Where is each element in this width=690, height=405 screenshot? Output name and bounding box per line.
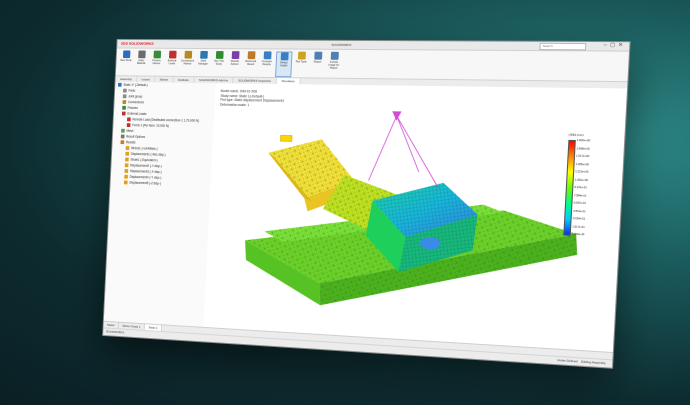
status-right: Under Defined Editing Assembly bbox=[557, 357, 606, 367]
ribbon-fixtures-advisor-button[interactable]: Fixtures Advisor bbox=[149, 50, 164, 74]
connections-advisor-icon bbox=[184, 50, 192, 59]
tree-node-icon bbox=[117, 82, 122, 87]
ribbon-label: Compare Results bbox=[261, 60, 272, 67]
force-arrow-icon bbox=[280, 135, 292, 141]
tree-node-icon bbox=[122, 100, 127, 105]
shell-manager-icon bbox=[199, 50, 208, 59]
legend-value: 1.000e-30 bbox=[571, 232, 585, 237]
legend-value: 4.551e-01 bbox=[573, 209, 586, 213]
legend-value: 1.668e+00 bbox=[576, 146, 590, 151]
ribbon-results-advisor-button[interactable]: Results Advisor bbox=[227, 51, 242, 75]
ribbon-label: Plot Tools bbox=[295, 60, 307, 64]
ribbon-deformed-result-button[interactable]: Deformed Result bbox=[243, 51, 258, 75]
tree-node-icon bbox=[120, 134, 125, 139]
external-loads-icon bbox=[168, 50, 177, 59]
tree-node-icon bbox=[125, 151, 130, 156]
ribbon-label: Run This Study bbox=[214, 59, 224, 66]
feature-tree: Static 1* (-Default-) Parts Joint group Con… bbox=[103, 81, 217, 328]
tree-node-icon bbox=[126, 123, 131, 128]
report-icon bbox=[313, 51, 322, 60]
ribbon-design-insight-button[interactable]: Design Insight bbox=[275, 51, 293, 78]
ribbon-label: Fixtures Advisor bbox=[152, 59, 161, 66]
tree-node-icon bbox=[125, 157, 129, 162]
legend-unit: URES (mm) bbox=[568, 133, 584, 138]
deformed-result-icon bbox=[247, 51, 256, 60]
fixtures-advisor-icon bbox=[153, 50, 161, 59]
ribbon-run-this-study-button[interactable]: Run This Study bbox=[211, 51, 226, 75]
ribbon-compare-results-button[interactable]: Compare Results bbox=[259, 51, 274, 75]
ribbon-include-image-for-report-button[interactable]: Include Image for Report bbox=[326, 51, 342, 76]
legend-value: 1.820e+00 bbox=[576, 138, 591, 143]
legend-value: 1.062e+00 bbox=[574, 178, 589, 182]
legend-value: 3.034e-01 bbox=[572, 217, 586, 221]
tree-item-label: Displacement5 (-Z disp-) bbox=[129, 180, 161, 186]
status-left: SOLIDWORKS bbox=[105, 329, 125, 335]
legend-value: 1.517e+00 bbox=[575, 154, 590, 159]
tree-node-icon bbox=[122, 94, 127, 99]
legend-value: 1.213e+00 bbox=[575, 170, 589, 174]
tree-node-icon bbox=[124, 169, 129, 173]
window-controls[interactable]: –▢✕ bbox=[604, 42, 627, 48]
tree-node-icon bbox=[126, 117, 131, 122]
ribbon-plot-tools-button[interactable]: Plot Tools bbox=[293, 51, 309, 76]
new-study-icon bbox=[122, 50, 131, 59]
legend-value: 6.067e-01 bbox=[573, 201, 587, 206]
design-insight-icon bbox=[280, 52, 289, 61]
plot-tools-icon bbox=[297, 51, 306, 60]
remote-load-symbol bbox=[368, 111, 442, 187]
tree-node-icon bbox=[124, 163, 129, 168]
tree-item-label: Static 1* (-Default-) bbox=[123, 82, 148, 88]
status-mode: Editing Assembly bbox=[581, 359, 606, 366]
ribbon-label: Results Advisor bbox=[230, 59, 239, 66]
ribbon-label: Apply Material bbox=[136, 59, 146, 65]
include-image-for-report-icon bbox=[330, 51, 339, 60]
ribbon-new-study-button[interactable]: New Study bbox=[119, 50, 134, 73]
ribbon-label: External Loads bbox=[167, 59, 177, 66]
tree-item-label: Force-1 (Per item: 10,000 N) bbox=[132, 123, 169, 128]
ribbon-shell-manager-button[interactable]: Shell Manager bbox=[196, 50, 211, 74]
legend-value: 1.365e+00 bbox=[575, 162, 589, 166]
ribbon-label: Connections Advisor bbox=[180, 59, 195, 66]
ribbon-connections-advisor-button[interactable]: Connections Advisor bbox=[180, 50, 195, 74]
compare-results-icon bbox=[263, 51, 272, 60]
ribbon-label: Design Insight bbox=[279, 61, 288, 68]
search-input[interactable]: Search bbox=[539, 42, 587, 51]
ribbon-label: Deformed Result bbox=[245, 60, 257, 67]
tree-node-icon bbox=[121, 128, 125, 133]
legend-value: 7.584e-01 bbox=[573, 193, 587, 198]
tree-node-icon bbox=[124, 174, 128, 179]
tree-node-icon bbox=[120, 140, 125, 145]
legend-value: 1.517e-01 bbox=[572, 224, 585, 229]
tree-node-icon bbox=[121, 111, 126, 116]
tree-node-icon bbox=[125, 146, 130, 151]
background-stage: 3DS SOLIDWORKS SOLIDWORKS Search –▢✕ New… bbox=[0, 0, 690, 405]
ribbon-report-button[interactable]: Report bbox=[310, 51, 326, 76]
tree-node-icon bbox=[123, 88, 127, 93]
ribbon-external-loads-button[interactable]: External Loads bbox=[165, 50, 180, 74]
ribbon-label: New Study bbox=[120, 58, 132, 62]
graphics-viewport[interactable]: Model name: SIM-01-X08 Study name: Stati… bbox=[203, 83, 628, 354]
tree-node-icon bbox=[122, 105, 126, 110]
status-definition: Under Defined bbox=[556, 357, 578, 364]
ribbon-apply-material-button[interactable]: Apply Material bbox=[134, 50, 149, 73]
apply-material-icon bbox=[137, 50, 146, 59]
legend-value: 9.101e-01 bbox=[574, 185, 587, 190]
tree-node-icon bbox=[123, 180, 128, 185]
ribbon-label: Report bbox=[313, 60, 322, 64]
app-window: 3DS SOLIDWORKS SOLIDWORKS Search –▢✕ New… bbox=[102, 38, 631, 369]
ribbon-label: Include Image for Report bbox=[328, 60, 340, 70]
run-this-study-icon bbox=[215, 51, 224, 59]
brand-logo[interactable]: 3DS SOLIDWORKS bbox=[121, 41, 154, 46]
ribbon-label: Shell Manager bbox=[198, 59, 208, 66]
results-advisor-icon bbox=[231, 51, 240, 60]
window-title: SOLIDWORKS bbox=[331, 42, 352, 47]
